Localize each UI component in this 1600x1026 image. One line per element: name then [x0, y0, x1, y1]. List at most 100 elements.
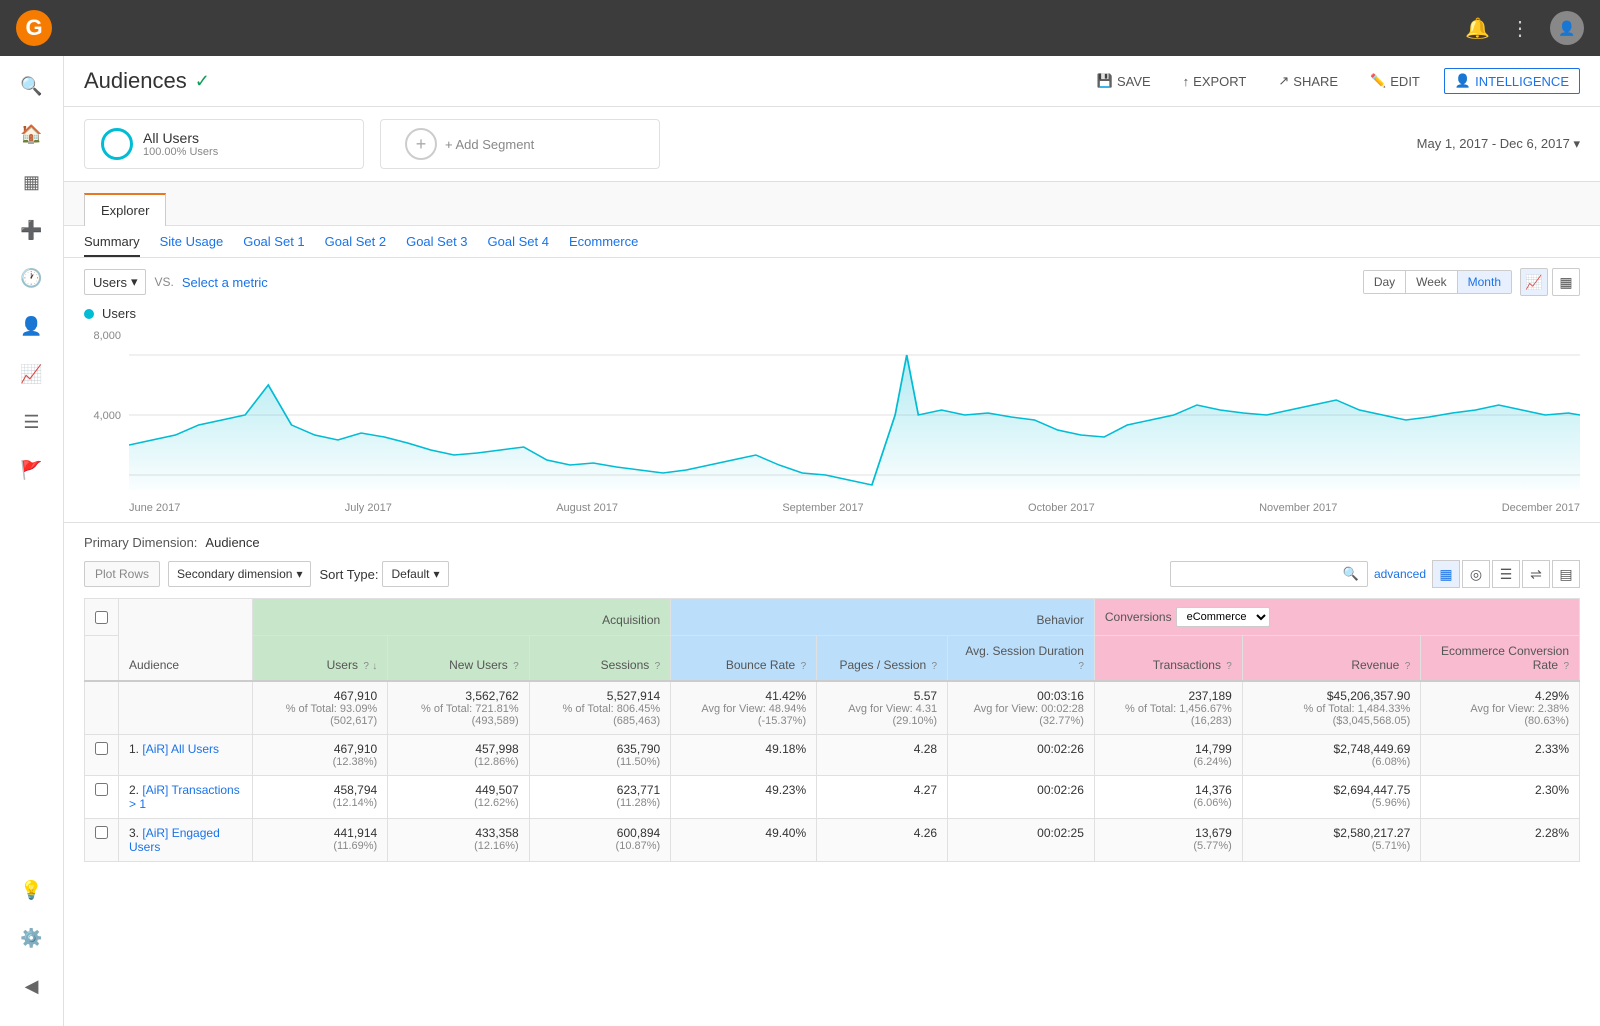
search-input[interactable]	[1179, 567, 1339, 581]
sidebar-item-chart[interactable]: 📈	[12, 354, 52, 394]
row3-checkbox-input[interactable]	[95, 826, 108, 839]
row2-audience: 2. [AiR] Transactions > 1	[119, 776, 253, 819]
sidebar-item-bulb[interactable]: 💡	[12, 870, 52, 910]
avg-session-help-icon[interactable]: ?	[1078, 661, 1084, 672]
notification-icon[interactable]: 🔔	[1465, 16, 1490, 41]
transactions-help-icon[interactable]: ?	[1226, 661, 1232, 672]
row3-checkbox[interactable]	[85, 819, 119, 862]
row2-audience-link[interactable]: [AiR] Transactions > 1	[129, 783, 240, 811]
sidebar-item-add[interactable]: ➕	[12, 210, 52, 250]
share-label: SHARE	[1293, 74, 1338, 89]
users-help-icon[interactable]: ?	[363, 661, 369, 672]
row3-bounce-rate: 49.40%	[671, 819, 817, 862]
sub-tab-summary[interactable]: Summary	[84, 234, 140, 257]
legend-label: Users	[102, 306, 136, 321]
page-header: Audiences ✓ 💾 SAVE ↑ EXPORT ↗ SHARE ✏️	[64, 56, 1600, 107]
chart-x-labels: June 2017 July 2017 August 2017 Septembe…	[129, 498, 1580, 514]
bar-chart-button[interactable]: ▦	[1552, 268, 1580, 296]
secondary-dimension-select[interactable]: Secondary dimension ▾	[168, 561, 311, 587]
line-chart-button[interactable]: 📈	[1520, 268, 1548, 296]
pivot-view-button[interactable]: ▤	[1552, 560, 1580, 588]
sidebar-item-list[interactable]: ☰	[12, 402, 52, 442]
sidebar-item-settings[interactable]: ⚙️	[12, 918, 52, 958]
edit-button[interactable]: ✏️ EDIT	[1362, 69, 1428, 93]
sidebar-item-dashboard[interactable]: ▦	[12, 162, 52, 202]
col-pages-session-header: Pages / Session ?	[817, 636, 948, 682]
table-view-buttons: ▦ ◎ ☰ ⇌ ▤	[1432, 560, 1580, 588]
sub-tab-ecommerce[interactable]: Ecommerce	[569, 234, 638, 257]
add-circle-icon: +	[405, 128, 437, 160]
select-all-checkbox[interactable]	[95, 611, 108, 624]
col-group-behavior: Behavior	[671, 599, 1095, 636]
sub-tab-goal-set-4[interactable]: Goal Set 4	[488, 234, 549, 257]
top-navigation: G 🔔 ⋮ 👤	[0, 0, 1600, 56]
avatar[interactable]: 👤	[1550, 11, 1584, 45]
sidebar-item-search[interactable]: 🔍	[12, 66, 52, 106]
sub-tab-goal-set-3[interactable]: Goal Set 3	[406, 234, 467, 257]
sidebar-item-person[interactable]: 👤	[12, 306, 52, 346]
col-num-header	[85, 636, 119, 682]
intelligence-button[interactable]: 👤 INTELLIGENCE	[1444, 68, 1580, 94]
segments-bar: All Users 100.00% Users + + Add Segment …	[64, 107, 1600, 182]
totals-label-cell	[119, 681, 253, 735]
add-segment-button[interactable]: + + Add Segment	[380, 119, 660, 169]
sub-tab-goal-set-2[interactable]: Goal Set 2	[325, 234, 386, 257]
advanced-link[interactable]: advanced	[1374, 567, 1426, 581]
row1-new-users: 457,998 (12.86%)	[388, 735, 529, 776]
more-options-icon[interactable]: ⋮	[1510, 16, 1530, 41]
revenue-help-icon[interactable]: ?	[1405, 661, 1411, 672]
compare-view-button[interactable]: ⇌	[1522, 560, 1550, 588]
sidebar-item-clock[interactable]: 🕐	[12, 258, 52, 298]
save-button[interactable]: 💾 SAVE	[1089, 69, 1159, 93]
all-users-segment[interactable]: All Users 100.00% Users	[84, 119, 364, 169]
row1-checkbox[interactable]	[85, 735, 119, 776]
search-icon[interactable]: 🔍	[1343, 566, 1359, 582]
ecommerce-select[interactable]: eCommerce	[1176, 607, 1270, 627]
explorer-tab[interactable]: Explorer	[84, 193, 166, 226]
users-sort-icon[interactable]: ↓	[372, 661, 377, 672]
row2-checkbox-input[interactable]	[95, 783, 108, 796]
row3-rank: 3.	[129, 826, 139, 840]
row3-revenue: $2,580,217.27 (5.71%)	[1242, 819, 1420, 862]
pie-view-button[interactable]: ◎	[1462, 560, 1490, 588]
sub-tab-site-usage[interactable]: Site Usage	[160, 234, 224, 257]
share-button[interactable]: ↗ SHARE	[1270, 69, 1346, 93]
row1-audience-link[interactable]: [AiR] All Users	[142, 742, 219, 756]
month-button[interactable]: Month	[1458, 271, 1511, 293]
primary-dimension-label: Primary Dimension:	[84, 535, 197, 550]
sidebar: 🔍 🏠 ▦ ➕ 🕐 👤 📈 ☰ 🚩 💡 ⚙️ ◀	[0, 56, 64, 1026]
sub-tab-goal-set-1[interactable]: Goal Set 1	[243, 234, 304, 257]
date-range-picker[interactable]: May 1, 2017 - Dec 6, 2017 ▾	[1417, 136, 1580, 152]
row3-new-users: 433,358 (12.16%)	[388, 819, 529, 862]
select-metric-link[interactable]: Select a metric	[182, 275, 268, 290]
sidebar-item-flag[interactable]: 🚩	[12, 450, 52, 490]
row1-rank: 1.	[129, 742, 139, 756]
bar-view-button[interactable]: ☰	[1492, 560, 1520, 588]
totals-users: 467,910 % of Total: 93.09% (502,617)	[252, 681, 387, 735]
row1-checkbox-input[interactable]	[95, 742, 108, 755]
col-avg-session-header: Avg. Session Duration ?	[948, 636, 1095, 682]
totals-revenue: $45,206,357.90 % of Total: 1,484.33% ($3…	[1242, 681, 1420, 735]
bounce-rate-help-icon[interactable]: ?	[801, 661, 807, 672]
metric-dropdown[interactable]: Users ▾	[84, 269, 146, 295]
sidebar-item-home[interactable]: 🏠	[12, 114, 52, 154]
grid-view-button[interactable]: ▦	[1432, 560, 1460, 588]
pages-session-help-icon[interactable]: ?	[932, 661, 938, 672]
week-button[interactable]: Week	[1406, 271, 1457, 293]
row3-audience: 3. [AiR] Engaged Users	[119, 819, 253, 862]
ecommerce-conv-help-icon[interactable]: ?	[1563, 661, 1569, 672]
row2-checkbox[interactable]	[85, 776, 119, 819]
new-users-help-icon[interactable]: ?	[513, 661, 519, 672]
plot-rows-button[interactable]: Plot Rows	[84, 561, 160, 587]
sessions-help-icon[interactable]: ?	[655, 661, 661, 672]
intelligence-icon: 👤	[1455, 73, 1471, 89]
sort-type-select[interactable]: Default ▾	[382, 561, 448, 587]
export-button[interactable]: ↑ EXPORT	[1175, 70, 1255, 93]
data-table: Audience Acquisition Behavior Conversion…	[84, 598, 1580, 862]
x-label-september: September 2017	[782, 502, 863, 514]
col-audience-header: Audience	[119, 599, 253, 682]
app-logo[interactable]: G	[16, 10, 52, 46]
day-button[interactable]: Day	[1364, 271, 1406, 293]
sidebar-item-collapse[interactable]: ◀	[12, 966, 52, 1006]
row3-audience-link[interactable]: [AiR] Engaged Users	[129, 826, 220, 854]
